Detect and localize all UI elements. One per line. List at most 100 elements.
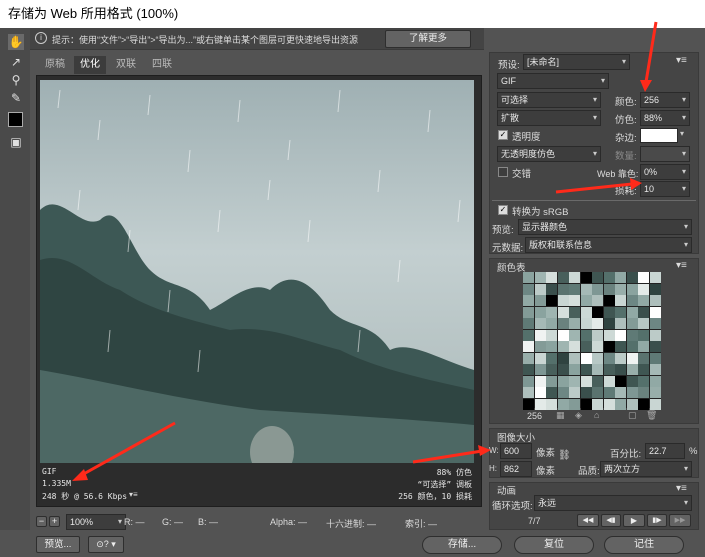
resample-quality-select[interactable]: 两次立方 ▾	[600, 461, 692, 477]
color-swatch[interactable]	[569, 375, 580, 387]
color-swatch[interactable]	[649, 329, 661, 341]
color-swatch[interactable]	[638, 329, 649, 341]
color-swatch[interactable]	[534, 364, 546, 375]
color-swatch[interactable]	[603, 341, 615, 352]
matte-dropdown-icon[interactable]: ▾	[680, 129, 684, 138]
color-swatch[interactable]	[615, 283, 626, 295]
color-swatch[interactable]	[603, 306, 615, 318]
color-swatch[interactable]	[534, 341, 546, 352]
learn-more-button[interactable]: 了解更多	[385, 30, 471, 48]
color-swatch[interactable]	[546, 306, 557, 318]
color-table-grid[interactable]	[523, 272, 661, 410]
color-swatch[interactable]	[626, 398, 638, 410]
reset-button[interactable]: 复位	[514, 536, 594, 554]
color-swatch[interactable]	[626, 306, 638, 318]
color-swatch[interactable]	[638, 318, 649, 329]
next-frame-button[interactable]: ▮▶	[647, 514, 667, 527]
color-swatch[interactable]	[569, 283, 580, 295]
color-swatch[interactable]	[649, 398, 661, 410]
color-swatch[interactable]	[569, 387, 580, 398]
convert-srgb-checkbox[interactable]: ✓	[498, 205, 508, 215]
color-swatch[interactable]	[523, 329, 534, 341]
color-swatch[interactable]	[557, 352, 569, 364]
color-swatch[interactable]	[603, 387, 615, 398]
eyedropper-color-swatch[interactable]	[8, 112, 23, 127]
color-swatch[interactable]	[649, 341, 661, 352]
color-swatch[interactable]	[603, 375, 615, 387]
color-swatch[interactable]	[626, 352, 638, 364]
color-swatch[interactable]	[592, 272, 603, 283]
save-button[interactable]: 存储...	[422, 536, 502, 554]
color-swatch[interactable]	[546, 329, 557, 341]
color-swatch[interactable]	[649, 318, 661, 329]
color-swatch[interactable]	[534, 329, 546, 341]
color-swatch[interactable]	[649, 375, 661, 387]
color-swatch[interactable]	[603, 272, 615, 283]
color-swatch[interactable]	[649, 352, 661, 364]
color-swatch[interactable]	[546, 295, 557, 306]
color-swatch[interactable]	[592, 318, 603, 329]
color-swatch[interactable]	[580, 352, 592, 364]
colors-field[interactable]: 256 ▾	[640, 92, 690, 108]
color-swatch[interactable]	[649, 272, 661, 283]
color-swatch[interactable]	[523, 375, 534, 387]
color-swatch[interactable]	[615, 352, 626, 364]
color-swatch[interactable]	[626, 295, 638, 306]
color-swatch[interactable]	[546, 341, 557, 352]
color-swatch[interactable]	[523, 387, 534, 398]
color-swatch[interactable]	[557, 306, 569, 318]
dither-algorithm-select[interactable]: 扩散 ▾	[497, 110, 601, 126]
height-field[interactable]: 862	[500, 461, 532, 477]
transparency-dither-select[interactable]: 无透明度仿色 ▾	[497, 146, 601, 162]
new-color-icon[interactable]: ▢	[628, 410, 637, 421]
remember-button[interactable]: 记住	[604, 536, 684, 554]
toggle-slices-icon[interactable]: ▣	[8, 134, 24, 150]
color-swatch[interactable]	[638, 352, 649, 364]
color-swatch[interactable]	[615, 364, 626, 375]
color-swatch[interactable]	[626, 364, 638, 375]
color-swatch[interactable]	[569, 364, 580, 375]
color-swatch[interactable]	[523, 341, 534, 352]
color-swatch[interactable]	[592, 329, 603, 341]
color-swatch[interactable]	[638, 306, 649, 318]
animation-menu-icon[interactable]: ▾≡	[676, 483, 687, 494]
color-swatch[interactable]	[615, 272, 626, 283]
color-swatch[interactable]	[569, 272, 580, 283]
color-swatch[interactable]	[615, 375, 626, 387]
color-swatch[interactable]	[557, 318, 569, 329]
first-frame-button[interactable]: ◀◀	[577, 514, 599, 527]
color-swatch[interactable]	[626, 375, 638, 387]
color-swatch[interactable]	[615, 318, 626, 329]
color-swatch[interactable]	[546, 352, 557, 364]
color-swatch[interactable]	[638, 283, 649, 295]
color-swatch[interactable]	[546, 318, 557, 329]
color-swatch[interactable]	[638, 341, 649, 352]
color-swatch[interactable]	[569, 295, 580, 306]
color-swatch[interactable]	[649, 295, 661, 306]
preview-color-select[interactable]: 显示器颜色 ▾	[518, 219, 692, 235]
eyedropper-icon[interactable]: ✎	[8, 90, 24, 106]
tab-original[interactable]: 原稿	[36, 56, 74, 74]
color-swatch[interactable]	[580, 329, 592, 341]
color-swatch[interactable]	[626, 272, 638, 283]
color-swatch[interactable]	[638, 375, 649, 387]
format-select[interactable]: GIF ▾	[497, 73, 609, 89]
lossy-field[interactable]: 10 ▾	[640, 181, 690, 197]
color-swatch[interactable]	[546, 364, 557, 375]
preset-select[interactable]: [未命名] ▾	[523, 54, 630, 70]
transparency-checkbox[interactable]: ✓	[498, 130, 508, 140]
color-swatch[interactable]	[615, 398, 626, 410]
color-swatch[interactable]	[649, 387, 661, 398]
color-swatch[interactable]	[523, 364, 534, 375]
color-swatch[interactable]	[580, 306, 592, 318]
color-swatch[interactable]	[592, 375, 603, 387]
play-button[interactable]: ▶	[623, 514, 645, 527]
color-swatch[interactable]	[534, 398, 546, 410]
color-swatch[interactable]	[580, 364, 592, 375]
color-swatch[interactable]	[557, 283, 569, 295]
color-swatch[interactable]	[534, 387, 546, 398]
slice-select-icon[interactable]: ↗	[8, 54, 24, 70]
preview-button[interactable]: 预览...	[36, 536, 80, 553]
color-swatch[interactable]	[580, 295, 592, 306]
color-swatch[interactable]	[626, 341, 638, 352]
